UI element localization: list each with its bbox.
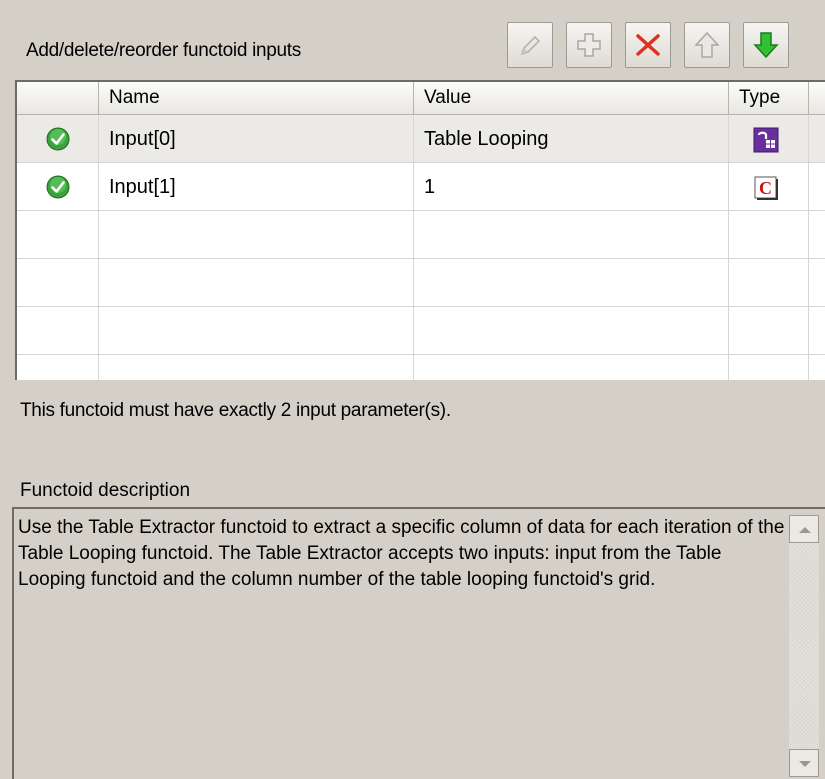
- scroll-down-button[interactable]: [789, 749, 819, 777]
- column-header-value[interactable]: Value: [414, 82, 729, 114]
- description-scrollbar[interactable]: [789, 515, 819, 777]
- empty-row: [17, 307, 825, 355]
- green-check-icon: [46, 127, 70, 151]
- empty-cell: [729, 211, 809, 259]
- input-value-cell[interactable]: Table Looping: [414, 115, 729, 163]
- green-check-icon: [46, 175, 70, 199]
- table-row[interactable]: Input[1] 1 C: [17, 163, 825, 211]
- add-button[interactable]: [566, 22, 612, 68]
- empty-cell: [729, 355, 809, 380]
- scroll-down-arrow-icon: [799, 761, 811, 767]
- input-type-cell[interactable]: C: [729, 163, 809, 211]
- pencil-icon: [520, 35, 541, 56]
- table-row[interactable]: Input[0] Table Looping: [17, 115, 825, 163]
- column-header-type[interactable]: Type: [729, 82, 809, 114]
- red-x-icon: [636, 34, 660, 56]
- column-header-name[interactable]: Name: [99, 82, 414, 114]
- param-count-message: This functoid must have exactly 2 input …: [20, 400, 451, 421]
- down-arrow-icon: [753, 32, 779, 59]
- empty-cell: [729, 307, 809, 355]
- empty-cell: [17, 355, 99, 380]
- empty-cell: [414, 259, 729, 307]
- input-type-cell[interactable]: [729, 115, 809, 163]
- empty-row: [17, 259, 825, 307]
- up-arrow-icon: [694, 31, 720, 58]
- empty-cell: [414, 307, 729, 355]
- row-status-cell: [17, 163, 99, 211]
- delete-button[interactable]: [625, 22, 671, 68]
- empty-cell: [99, 307, 414, 355]
- description-text: Use the Table Extractor functoid to extr…: [18, 517, 785, 590]
- svg-text:C: C: [759, 178, 772, 198]
- empty-row: [17, 355, 825, 380]
- empty-row: [17, 211, 825, 259]
- empty-cell: [414, 211, 729, 259]
- scroll-up-button[interactable]: [789, 515, 819, 543]
- row-indicator-header: [17, 82, 99, 114]
- plus-icon: [577, 33, 601, 57]
- empty-cell: [17, 307, 99, 355]
- scroll-up-arrow-icon: [799, 527, 811, 533]
- grid-header: Name Value Type: [17, 82, 825, 115]
- empty-cell: [414, 355, 729, 380]
- row-status-cell: [17, 115, 99, 163]
- empty-cell: [17, 259, 99, 307]
- empty-cell: [99, 355, 414, 380]
- empty-cell: [99, 211, 414, 259]
- inputs-grid: Name Value Type Input[0] Table Looping I…: [15, 80, 825, 380]
- link-type-icon: [753, 127, 779, 153]
- move-up-button[interactable]: [684, 22, 730, 68]
- column-header-filler: [809, 82, 825, 114]
- constant-type-icon: C: [754, 176, 778, 200]
- filler-cell: [809, 163, 825, 211]
- empty-cell: [99, 259, 414, 307]
- functoid-inputs-panel: Add/delete/reorder functoid inputs Name …: [0, 0, 825, 779]
- input-name-cell[interactable]: Input[0]: [99, 115, 414, 163]
- input-value-cell[interactable]: 1: [414, 163, 729, 211]
- input-name-cell[interactable]: Input[1]: [99, 163, 414, 211]
- empty-cell: [729, 259, 809, 307]
- description-label: Functoid description: [20, 480, 191, 501]
- empty-cell: [17, 211, 99, 259]
- filler-cell: [809, 115, 825, 163]
- panel-title: Add/delete/reorder functoid inputs: [26, 40, 301, 61]
- move-down-button[interactable]: [743, 22, 789, 68]
- description-textbox[interactable]: Use the Table Extractor functoid to extr…: [12, 507, 825, 779]
- edit-button[interactable]: [507, 22, 553, 68]
